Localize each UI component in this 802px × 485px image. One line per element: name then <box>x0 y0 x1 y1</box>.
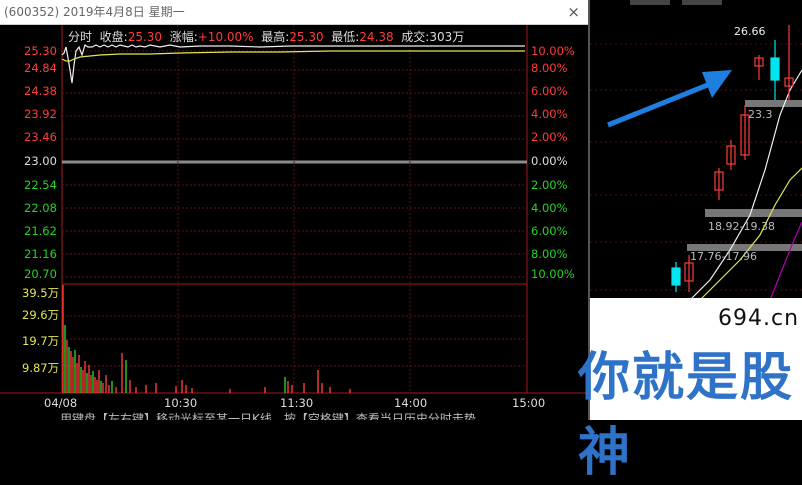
percent-label: 8.00% <box>531 61 568 75</box>
average-line <box>61 50 525 62</box>
percent-label: 10.00% <box>531 44 575 58</box>
percent-label: 6.00% <box>531 224 568 238</box>
volume-label: 29.6万 <box>22 308 60 322</box>
site-slogan: 你就是股神 <box>578 348 795 483</box>
time-label: 14:00 <box>394 396 428 410</box>
price-label: 25.30 <box>24 44 57 58</box>
time-label: 10:30 <box>164 396 198 410</box>
kline-high-label: 26.66 <box>734 25 766 38</box>
price-label: 21.62 <box>24 224 57 238</box>
percent-label: 8.00% <box>531 247 568 261</box>
price-grid <box>62 50 527 278</box>
price-label: 21.16 <box>24 247 57 261</box>
kline-range-label: 18.92-19.38 <box>708 220 775 233</box>
low-value: 24.38 <box>359 30 394 44</box>
percent-label: 4.00% <box>531 201 568 215</box>
kline-range-label: 17.76-17.96 <box>690 250 757 263</box>
price-label: 23.46 <box>24 130 57 144</box>
quote-header: 分时 收盘:25.30 涨幅:+10.00% 最高:25.30 最低:24.38… <box>68 30 465 44</box>
kline-range-label: 23.3 <box>748 108 773 121</box>
time-label: 11:30 <box>280 396 314 410</box>
tab-intraday[interactable]: 分时 <box>68 30 92 44</box>
price-label: 24.38 <box>24 84 57 98</box>
high-value: 25.30 <box>289 30 324 44</box>
percent-label: 2.00% <box>531 178 568 192</box>
window-titlebar: (600352) 2019年4月8日 星期一 × <box>0 0 588 25</box>
site-domain: 694.cn <box>718 306 800 331</box>
volume-label: 9.87万 <box>22 361 60 375</box>
price-label: 23.00 <box>24 154 57 168</box>
time-label: 15:00 <box>512 396 546 410</box>
percent-label: 4.00% <box>531 107 568 121</box>
intraday-chart <box>0 25 588 394</box>
footer-hint: 用键盘【左右键】移动光标至某一日K线，按【空格键】查看当日历史分时走势 <box>60 412 476 420</box>
close-value: 25.30 <box>127 30 163 44</box>
price-label: 24.84 <box>24 61 57 75</box>
percent-label: 10.00% <box>531 267 575 281</box>
price-label: 22.54 <box>24 178 57 192</box>
volume-value: 303万 <box>429 30 465 44</box>
arrow-icon <box>607 77 721 128</box>
percent-label: 2.00% <box>531 130 568 144</box>
percent-label: 0.00% <box>531 154 568 168</box>
price-label: 23.92 <box>24 107 57 121</box>
volume-label: 19.7万 <box>22 334 60 348</box>
time-grid <box>177 25 411 393</box>
volume-label: 39.5万 <box>22 286 60 300</box>
close-icon[interactable]: × <box>567 0 580 24</box>
percent-label: 6.00% <box>531 84 568 98</box>
change-value: +10.00% <box>197 30 254 44</box>
time-label: 04/08 <box>44 396 78 410</box>
price-label: 20.70 <box>24 267 57 281</box>
price-label: 22.08 <box>24 201 57 215</box>
window-title: (600352) 2019年4月8日 星期一 <box>4 5 185 19</box>
